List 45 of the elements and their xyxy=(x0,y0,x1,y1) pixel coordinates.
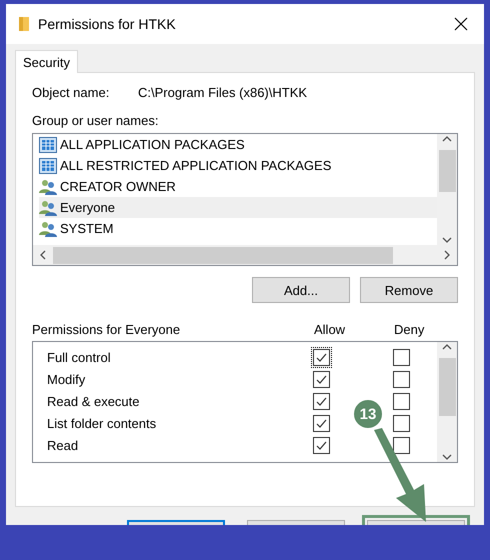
tab[interactable]: Security xyxy=(15,50,78,73)
scrollbar-thumb[interactable] xyxy=(438,150,456,192)
allow-checkbox[interactable] xyxy=(311,390,332,412)
user-list-item[interactable]: Everyone xyxy=(39,197,437,218)
deny-checkbox[interactable] xyxy=(391,346,412,368)
scroll-down-icon[interactable] xyxy=(442,452,452,462)
permission-name: Modify xyxy=(47,372,86,386)
scroll-left-icon[interactable] xyxy=(38,250,48,260)
users-icon xyxy=(39,200,57,216)
section-label: Group or user names: xyxy=(32,113,160,128)
dialog-button[interactable]: Add... xyxy=(252,277,350,303)
allow-checkbox[interactable] xyxy=(311,368,332,390)
user-list-item[interactable]: ALL APPLICATION PACKAGES xyxy=(39,134,437,155)
scroll-down-icon[interactable] xyxy=(442,235,452,245)
user-list-item[interactable]: ALL RESTRICTED APPLICATION PACKAGES xyxy=(39,155,437,176)
folder-icon xyxy=(18,16,30,32)
scroll-up-icon[interactable] xyxy=(442,134,452,144)
permission-name: Read xyxy=(47,438,80,452)
user-list-item[interactable]: SYSTEM xyxy=(39,218,437,239)
scrollbar-thumb[interactable] xyxy=(53,246,393,264)
column-header: Deny xyxy=(394,322,426,337)
column-header: Allow xyxy=(314,322,346,337)
window-title: Permissions for HTKK xyxy=(38,16,177,32)
deny-checkbox[interactable] xyxy=(391,412,412,434)
permission-name: Full control xyxy=(47,350,112,364)
users-icon xyxy=(39,178,57,194)
permission-name: List folder contents xyxy=(47,416,158,430)
section-label: Permissions for Everyone xyxy=(32,322,182,337)
close-icon xyxy=(454,17,468,31)
package-icon xyxy=(39,158,57,174)
package-icon xyxy=(39,136,57,152)
dialog-button[interactable]: Remove xyxy=(360,277,458,303)
scroll-right-icon[interactable] xyxy=(442,250,452,260)
deny-checkbox[interactable] xyxy=(391,390,412,412)
scrollbar-thumb[interactable] xyxy=(438,358,456,416)
allow-checkbox[interactable] xyxy=(311,346,332,368)
field-label: Object name: xyxy=(32,85,110,100)
object-path: C:\Program Files (x86)\HTKK xyxy=(138,85,308,100)
scroll-up-icon[interactable] xyxy=(442,342,452,352)
users-icon xyxy=(39,220,57,236)
allow-checkbox[interactable] xyxy=(311,434,332,456)
deny-checkbox[interactable] xyxy=(391,368,412,390)
allow-checkbox[interactable] xyxy=(311,412,332,434)
permission-name: Read & execute xyxy=(47,394,141,408)
user-list-item[interactable]: CREATOR OWNER xyxy=(39,176,437,197)
